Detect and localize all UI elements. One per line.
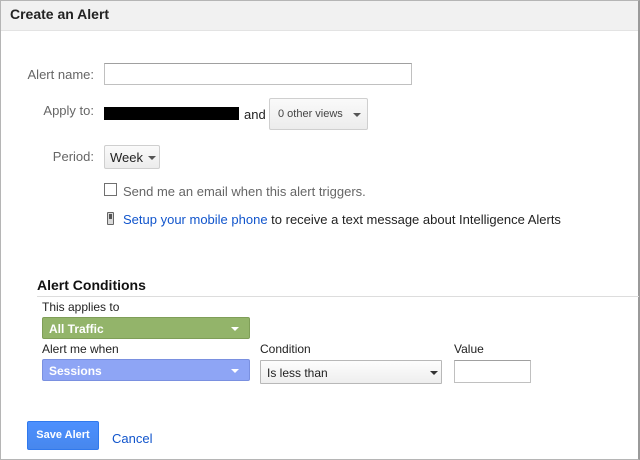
period-label: Period: [52,149,94,164]
chevron-down-icon [231,327,239,331]
chevron-down-icon [231,369,239,373]
setup-mobile-link[interactable]: Setup your mobile phone [123,212,268,227]
alert-when-value: Sessions [49,364,102,378]
mobile-phone-icon [107,212,114,225]
alert-name-label: Alert name: [27,67,94,82]
chevron-down-icon [430,371,438,375]
other-views-dropdown[interactable]: 0 other views [269,98,368,130]
email-checkbox[interactable] [104,183,117,196]
redacted-view-name [104,107,239,120]
chevron-down-icon [148,156,156,160]
condition-select[interactable]: Is less than [260,360,442,384]
value-label: Value [454,342,484,356]
mobile-setup-line: Setup your mobile phone to receive a tex… [123,212,561,227]
dialog-title: Create an Alert [10,6,110,22]
cancel-link[interactable]: Cancel [112,431,152,446]
other-views-label: 0 other views [278,108,343,120]
condition-value: Is less than [267,366,328,380]
period-dropdown[interactable]: Week [104,145,160,169]
section-divider [37,296,639,297]
apply-to-label: Apply to: [43,103,94,118]
email-checkbox-label: Send me an email when this alert trigger… [123,184,366,199]
and-text: and [244,107,266,122]
applies-to-select[interactable]: All Traffic [42,317,250,339]
applies-to-value: All Traffic [49,322,104,336]
save-alert-button[interactable]: Save Alert [27,421,99,450]
mobile-setup-text: to receive a text message about Intellig… [267,212,561,227]
alert-when-select[interactable]: Sessions [42,359,250,381]
value-input[interactable] [454,360,531,383]
alert-name-input[interactable] [104,63,412,85]
condition-label: Condition [260,342,311,356]
alert-when-label: Alert me when [42,342,119,356]
alert-conditions-title: Alert Conditions [37,277,146,293]
applies-to-label: This applies to [42,300,120,314]
chevron-down-icon [353,113,361,117]
period-value: Week [110,150,143,165]
dialog-titlebar: Create an Alert [1,1,638,31]
